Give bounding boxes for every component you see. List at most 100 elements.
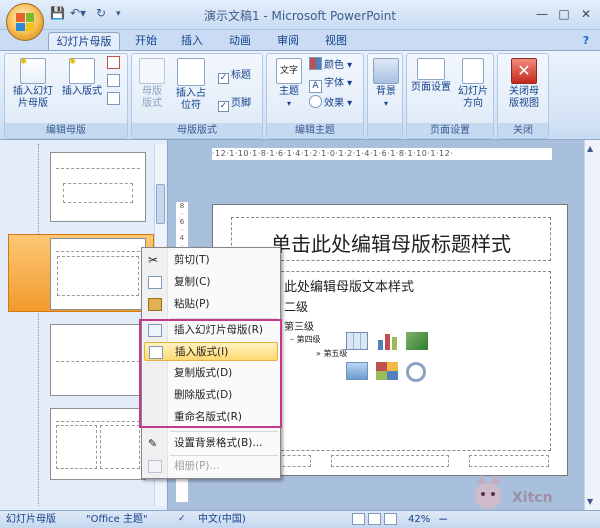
table-icon[interactable] [346, 332, 368, 350]
menu-item-delete-layout[interactable]: 删除版式(D) [144, 386, 278, 405]
dropdown-arrow-icon: ▾ [383, 99, 388, 108]
thumbnail-layout-two-content[interactable] [50, 408, 146, 480]
album-icon [148, 460, 162, 473]
fonts-button[interactable]: A 字体 ▾ [309, 76, 352, 93]
dropdown-arrow-icon: ▾ [286, 99, 291, 108]
tab-animations[interactable]: 动画 [222, 32, 258, 50]
ribbon: ✷ 插入幻灯片母版 ✷ 插入版式 编辑母版 母版版式 插入占位符 ✓ 标题 ✓ 页脚… [0, 50, 600, 140]
spellcheck-icon[interactable]: ✓ [178, 511, 186, 528]
watermark-text: Xitcn [512, 490, 553, 506]
minimize-icon[interactable]: — [532, 5, 552, 23]
menu-item-label: 插入版式(I) [175, 346, 229, 358]
group-label-background [368, 123, 402, 138]
thumbnail-layout-title[interactable]: · [50, 238, 146, 310]
content-icons [346, 332, 436, 392]
footer-placeholder[interactable] [331, 455, 449, 467]
menu-separator [170, 455, 278, 456]
thumbnail-layout-section[interactable] [50, 324, 146, 396]
zoom-out-icon[interactable]: − [438, 511, 448, 528]
menu-item-album[interactable]: 相册(P)... [144, 457, 278, 476]
menu-item-format-background[interactable]: ✎ 设置背景格式(B)... [144, 434, 278, 453]
menu-item-label: 粘贴(P) [174, 298, 210, 310]
close-master-icon: ✕ [511, 58, 537, 84]
slide-number-placeholder[interactable] [469, 455, 549, 467]
page-setup-button[interactable]: 页面设置 [409, 58, 453, 94]
restore-icon[interactable]: □ [554, 5, 574, 23]
menu-item-rename-layout[interactable]: 重命名版式(R) [144, 408, 278, 427]
body-level-3: 第三级 [284, 322, 314, 333]
title-checkbox-label: 标题 [231, 70, 251, 81]
scroll-thumb[interactable] [156, 184, 165, 224]
fonts-label: 字体 [324, 78, 344, 89]
status-language[interactable]: 中文(中国) [198, 511, 246, 528]
tab-home[interactable]: 开始 [128, 32, 164, 50]
theme-icon: 文字 [276, 58, 302, 84]
sorter-view-icon[interactable] [368, 513, 381, 525]
page-setup-label: 页面设置 [411, 82, 451, 93]
group-master-layout: 母版版式 插入占位符 ✓ 标题 ✓ 页脚 母版版式 [131, 53, 263, 139]
footer-checkbox[interactable]: ✓ 页脚 [218, 96, 251, 112]
menu-item-paste[interactable]: 粘贴(P) [144, 295, 278, 314]
thumbnail-master[interactable] [50, 152, 146, 222]
help-icon[interactable]: ? [578, 32, 594, 50]
theme-label: 主题 [279, 86, 299, 97]
colors-button[interactable]: 颜色 ▾ [309, 57, 352, 73]
page-setup-icon [417, 58, 445, 80]
horizontal-ruler: ·12·1·10·1·8·1·6·1·4·1·2·1·0·1·2·1·4·1·6… [212, 148, 552, 160]
insert-layout-icon [149, 346, 163, 359]
editor-scrollbar[interactable]: ▲ ▼ [584, 140, 600, 510]
picture-icon[interactable] [346, 362, 368, 380]
tab-slide-master[interactable]: 幻灯片母版 [48, 32, 120, 50]
status-bar: 幻灯片母版 "Office 主题" ✓ 中文(中国) 42% − [0, 510, 600, 528]
media-icon[interactable] [406, 362, 426, 382]
footer-checkbox-label: 页脚 [231, 98, 251, 109]
tab-insert[interactable]: 插入 [174, 32, 210, 50]
preserve-icon[interactable] [107, 92, 122, 108]
zoom-level[interactable]: 42% [408, 511, 430, 528]
rename-icon[interactable] [107, 74, 122, 90]
insert-master-icon [148, 324, 162, 337]
office-button[interactable] [6, 3, 44, 41]
master-layout-button[interactable]: 母版版式 [136, 58, 168, 110]
background-format-icon: ✎ [148, 437, 158, 450]
normal-view-icon[interactable] [352, 513, 365, 525]
work-area: · ·12·1·10·1·8·1·6·1·4·1·2·1·0·1·2·1·4·1… [0, 140, 600, 510]
close-master-label: 关闭母版视图 [509, 86, 539, 109]
insert-layout-button[interactable]: ✷ 插入版式 [59, 56, 105, 98]
menu-item-label: 剪切(T) [174, 254, 210, 266]
insert-layout-label: 插入版式 [62, 86, 102, 97]
menu-item-cut[interactable]: ✂ 剪切(T) [144, 251, 278, 270]
checkmark-icon: ✓ [218, 73, 229, 84]
effects-button[interactable]: 效果 ▾ [309, 95, 352, 111]
clipart-icon[interactable] [376, 362, 398, 380]
menu-item-insert-layout[interactable]: 插入版式(I) [144, 342, 278, 361]
office-logo-icon [16, 13, 34, 31]
theme-button[interactable]: 文字 主题 ▾ [271, 58, 307, 110]
close-window-icon[interactable]: ✕ [576, 5, 596, 23]
smartart-icon[interactable] [406, 332, 428, 350]
scroll-up-icon[interactable]: ▲ [587, 144, 593, 153]
ribbon-tabs: 幻灯片母版 开始 插入 动画 审阅 视图 ? [0, 30, 600, 50]
menu-item-copy[interactable]: 复制(C) [144, 273, 278, 292]
menu-item-duplicate-layout[interactable]: 复制版式(D) [144, 364, 278, 383]
insert-placeholder-icon [177, 58, 205, 86]
tab-review[interactable]: 审阅 [270, 32, 306, 50]
menu-item-insert-master[interactable]: 插入幻灯片母版(R) [144, 321, 278, 340]
menu-item-label: 设置背景格式(B)... [174, 437, 263, 449]
status-theme: "Office 主题" [86, 514, 148, 525]
delete-slide-icon[interactable] [107, 56, 122, 72]
slideshow-view-icon[interactable] [384, 513, 397, 525]
menu-item-label: 重命名版式(R) [174, 411, 242, 423]
body-level-1: 此处编辑母版文本样式 [284, 280, 415, 295]
insert-placeholder-button[interactable]: 插入占位符 [170, 58, 212, 112]
insert-placeholder-label: 插入占位符 [176, 88, 206, 111]
background-button[interactable]: 背景 ▾ [370, 58, 402, 110]
close-master-view-button[interactable]: ✕ 关闭母版视图 [500, 58, 548, 110]
insert-master-button[interactable]: ✷ 插入幻灯片母版 [9, 56, 57, 110]
title-checkbox[interactable]: ✓ 标题 [218, 68, 251, 84]
slide-orientation-button[interactable]: 幻灯片方向 [453, 58, 493, 110]
chart-icon[interactable] [376, 332, 398, 350]
group-background: 背景 ▾ [367, 53, 403, 139]
background-label: 背景 [376, 86, 396, 97]
tab-view[interactable]: 视图 [318, 32, 354, 50]
